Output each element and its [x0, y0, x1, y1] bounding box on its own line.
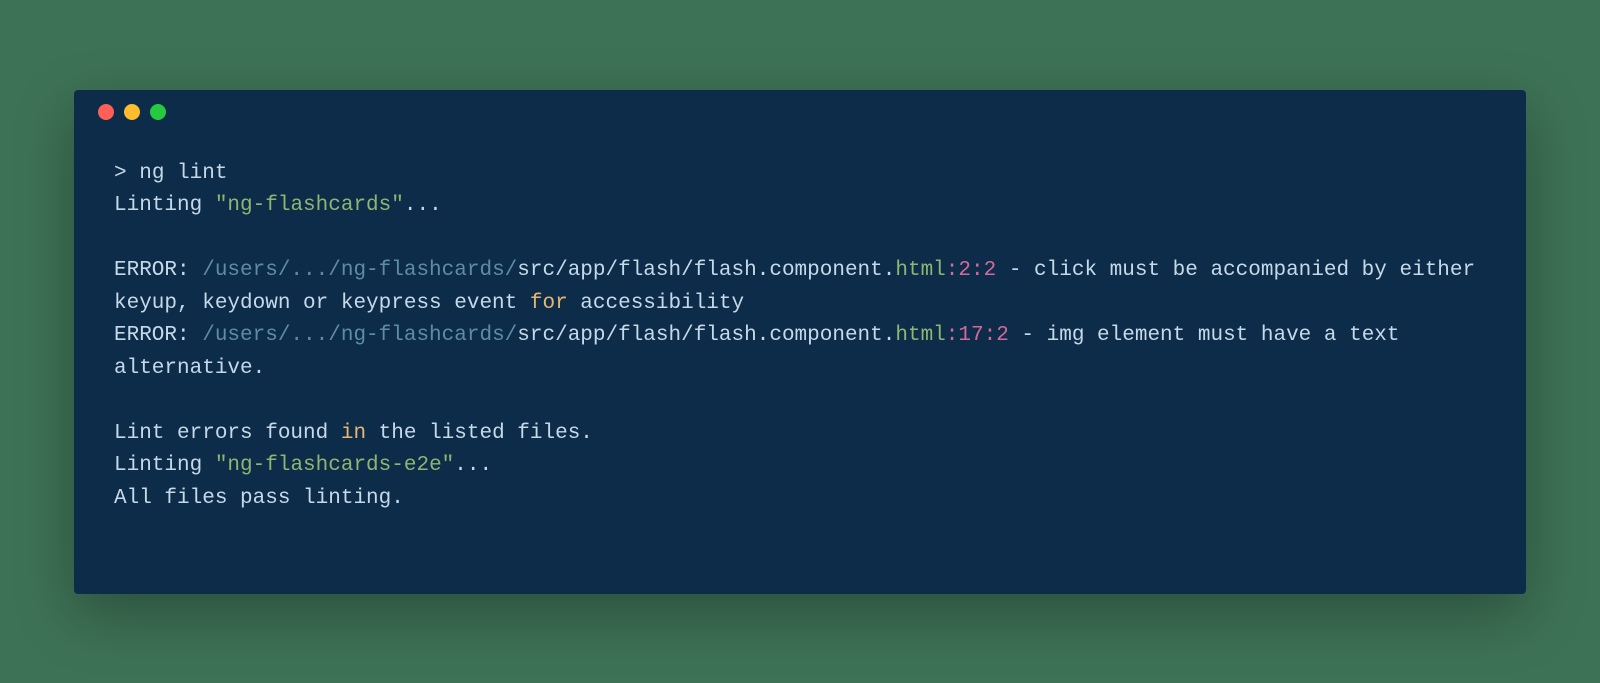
summary-text-tail: the listed files. [366, 422, 593, 445]
terminal-window: > ng lint Linting "ng-flashcards"... ERR… [74, 90, 1526, 594]
minimize-icon[interactable] [124, 104, 140, 120]
error-path-dim: /users/.../ng-flashcards/ [202, 324, 517, 347]
colon: : [946, 259, 959, 282]
line-col: 17:2 [958, 324, 1008, 347]
file-ext: html [895, 259, 945, 282]
error-message-tail: accessibility [568, 292, 744, 315]
terminal-output: > ng lint Linting "ng-flashcards"... ERR… [74, 134, 1526, 556]
component-word: component [769, 324, 882, 347]
dash: - [1009, 324, 1047, 347]
ellipsis: ... [404, 194, 442, 217]
error-label: ERROR: [114, 324, 202, 347]
maximize-icon[interactable] [150, 104, 166, 120]
line-col: 2:2 [958, 259, 996, 282]
dot: . [757, 259, 770, 282]
keyword-in: in [341, 422, 366, 445]
linting-label: Linting [114, 454, 215, 477]
project-name: "ng-flashcards" [215, 194, 404, 217]
prompt-symbol: > [114, 162, 139, 185]
dot: . [757, 324, 770, 347]
keyword-for: for [530, 292, 568, 315]
file-ext: html [895, 324, 945, 347]
component-word: component [769, 259, 882, 282]
error-label: ERROR: [114, 259, 202, 282]
pass-message: All files pass linting. [114, 487, 404, 510]
close-icon[interactable] [98, 104, 114, 120]
dash: - [996, 259, 1034, 282]
error-path-light: src/app/flash/flash [517, 259, 756, 282]
error-path-dim: /users/.../ng-flashcards/ [202, 259, 517, 282]
linting-label: Linting [114, 194, 215, 217]
colon: : [946, 324, 959, 347]
dot: . [883, 324, 896, 347]
summary-text: Lint errors found [114, 422, 341, 445]
project-name-e2e: "ng-flashcards-e2e" [215, 454, 454, 477]
error-path-light: src/app/flash/flash [517, 324, 756, 347]
ellipsis: ... [454, 454, 492, 477]
command-text: ng lint [139, 162, 227, 185]
title-bar [74, 90, 1526, 134]
dot: . [883, 259, 896, 282]
